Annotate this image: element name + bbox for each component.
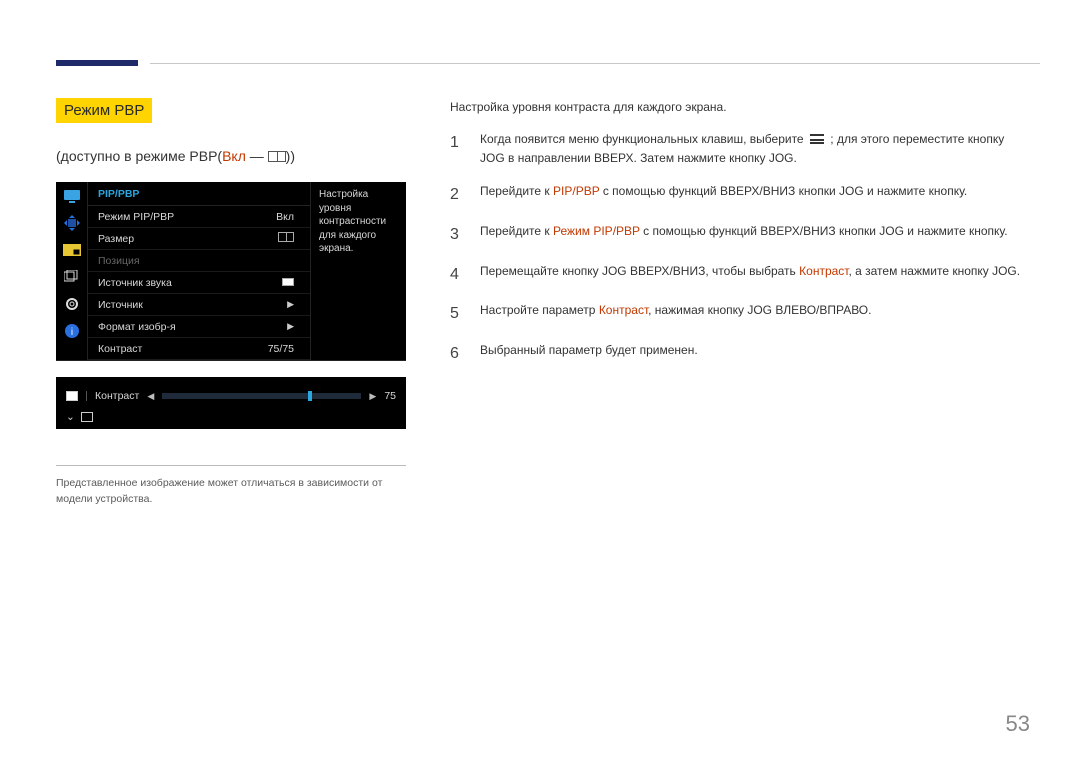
osd-row-sound-label: Источник звука: [98, 277, 256, 289]
slider-thumb[interactable]: [308, 391, 312, 401]
step-5-post: , нажимая кнопку JOG ВЛЕВО/ВПРАВО.: [648, 303, 871, 317]
osd-icon-rail: i: [56, 182, 88, 360]
step-3: 3 Перейдите к Режим PIP/PBP с помощью фу…: [450, 222, 1025, 248]
size-split-icon: [278, 232, 294, 242]
osd-menu-title: PIP/PBP: [88, 182, 310, 206]
section-title-badge: Режим PBP: [56, 98, 152, 123]
step-4-pre: Перемещайте кнопку JOG ВВЕРХ/ВНИЗ, чтобы…: [480, 264, 799, 278]
chevron-right-icon: ▶: [256, 299, 300, 310]
caret-left-icon[interactable]: ◀: [147, 391, 154, 402]
step-1-text: Когда появится меню функциональных клави…: [480, 130, 1025, 168]
osd-row-mode-label: Режим PIP/PBP: [98, 211, 256, 223]
step-2: 2 Перейдите к PIP/PBP с помощью функций …: [450, 182, 1025, 208]
windows-icon[interactable]: [56, 263, 87, 290]
osd-row-contrast-value: 75/75: [256, 343, 300, 355]
monitor-icon[interactable]: [56, 182, 87, 209]
osd-row-position-label: Позиция: [98, 255, 256, 267]
step-5-text: Настройте параметр Контраст, нажимая кно…: [480, 301, 871, 327]
slider-divider: [86, 391, 87, 401]
sound-source-icon: [282, 278, 294, 286]
page-number: 53: [1006, 711, 1030, 737]
osd-row-source-label: Источник: [98, 299, 256, 311]
step-3-number: 3: [450, 222, 464, 248]
step-3-em: Режим PIP/PBP: [553, 224, 640, 238]
subtitle-prefix: (доступно в режиме PBP(: [56, 148, 222, 164]
osd-row-source[interactable]: Источник ▶: [88, 294, 310, 316]
pip-pbp-icon[interactable]: [56, 236, 87, 263]
step-2-pre: Перейдите к: [480, 184, 553, 198]
osd-row-position: Позиция: [88, 250, 310, 272]
subtitle-dash: —: [246, 148, 268, 164]
slider-track[interactable]: [162, 393, 361, 399]
left-column: Режим PBP (доступно в режиме PBP(Вкл — )…: [56, 98, 406, 508]
step-4-text: Перемещайте кнопку JOG ВВЕРХ/ВНИЗ, чтобы…: [480, 262, 1020, 288]
section-description: Настройка уровня контраста для каждого э…: [450, 100, 1025, 114]
step-1-number: 1: [450, 130, 464, 168]
header-accent-bar: [56, 60, 138, 66]
step-6-number: 6: [450, 341, 464, 367]
nav-arrows-icon[interactable]: [56, 209, 87, 236]
osd-row-mode-value: Вкл: [256, 211, 300, 223]
step-2-number: 2: [450, 182, 464, 208]
step-3-text: Перейдите к Режим PIP/PBP с помощью функ…: [480, 222, 1008, 248]
step-6-pre: Выбранный параметр будет применен.: [480, 343, 698, 357]
svg-text:i: i: [70, 327, 72, 338]
step-1-pre: Когда появится меню функциональных клави…: [480, 132, 807, 146]
slider-value: 75: [384, 390, 396, 402]
header-divider: [150, 63, 1040, 64]
osd-panel: i PIP/PBP Режим PIP/PBP Вкл Размер Позиц…: [56, 182, 406, 361]
pbp-split-icon: [268, 151, 286, 162]
slider-row[interactable]: Контраст ◀ ▶ 75: [66, 387, 396, 405]
slider-label: Контраст: [95, 390, 139, 402]
slider-left-icon: [66, 391, 78, 401]
step-2-post: с помощью функций ВВЕРХ/ВНИЗ кнопки JOG …: [600, 184, 968, 198]
info-icon[interactable]: i: [56, 317, 87, 344]
subtitle-mode: Вкл: [222, 148, 246, 164]
step-4: 4 Перемещайте кнопку JOG ВВЕРХ/ВНИЗ, что…: [450, 262, 1025, 288]
step-4-em: Контраст: [799, 264, 848, 278]
osd-slider-panel: Контраст ◀ ▶ 75 ⌄: [56, 377, 406, 429]
step-5-number: 5: [450, 301, 464, 327]
step-2-text: Перейдите к PIP/PBP с помощью функций ВВ…: [480, 182, 967, 208]
osd-menu: PIP/PBP Режим PIP/PBP Вкл Размер Позиция…: [88, 182, 310, 360]
step-3-pre: Перейдите к: [480, 224, 553, 238]
right-column: Настройка уровня контраста для каждого э…: [450, 100, 1025, 380]
step-5: 5 Настройте параметр Контраст, нажимая к…: [450, 301, 1025, 327]
step-4-number: 4: [450, 262, 464, 288]
menu-icon: [810, 134, 824, 144]
chevron-down-icon[interactable]: ⌄: [66, 411, 75, 423]
osd-row-sound[interactable]: Источник звука: [88, 272, 310, 294]
step-1: 1 Когда появится меню функциональных кла…: [450, 130, 1025, 168]
step-2-em: PIP/PBP: [553, 184, 599, 198]
chevron-right-icon: ▶: [256, 321, 300, 332]
osd-row-aspect-label: Формат изобр-я: [98, 321, 256, 333]
step-5-em: Контраст: [599, 303, 648, 317]
return-icon[interactable]: [81, 412, 93, 422]
step-6-text: Выбранный параметр будет применен.: [480, 341, 698, 367]
osd-row-contrast-label: Контраст: [98, 343, 256, 355]
gear-icon[interactable]: [56, 290, 87, 317]
step-5-pre: Настройте параметр: [480, 303, 599, 317]
subtitle-suffix: )): [286, 148, 295, 164]
footnote-divider: [56, 465, 406, 466]
osd-row-mode[interactable]: Режим PIP/PBP Вкл: [88, 206, 310, 228]
osd-row-aspect[interactable]: Формат изобр-я ▶: [88, 316, 310, 338]
slider-bottom-row: ⌄: [66, 405, 396, 425]
osd-row-contrast[interactable]: Контраст 75/75: [88, 338, 310, 360]
osd-description: Настройка уровня контрастности для каждо…: [310, 182, 406, 360]
subtitle: (доступно в режиме PBP(Вкл — )): [56, 148, 406, 164]
osd-row-size[interactable]: Размер: [88, 228, 310, 250]
footnote-text: Представленное изображение может отличат…: [56, 476, 406, 508]
step-4-post: , а затем нажмите кнопку JOG.: [848, 264, 1020, 278]
osd-row-size-label: Размер: [98, 233, 256, 245]
step-3-post: с помощью функций ВВЕРХ/ВНИЗ кнопки JOG …: [640, 224, 1008, 238]
step-6: 6 Выбранный параметр будет применен.: [450, 341, 1025, 367]
caret-right-icon[interactable]: ▶: [369, 391, 376, 402]
